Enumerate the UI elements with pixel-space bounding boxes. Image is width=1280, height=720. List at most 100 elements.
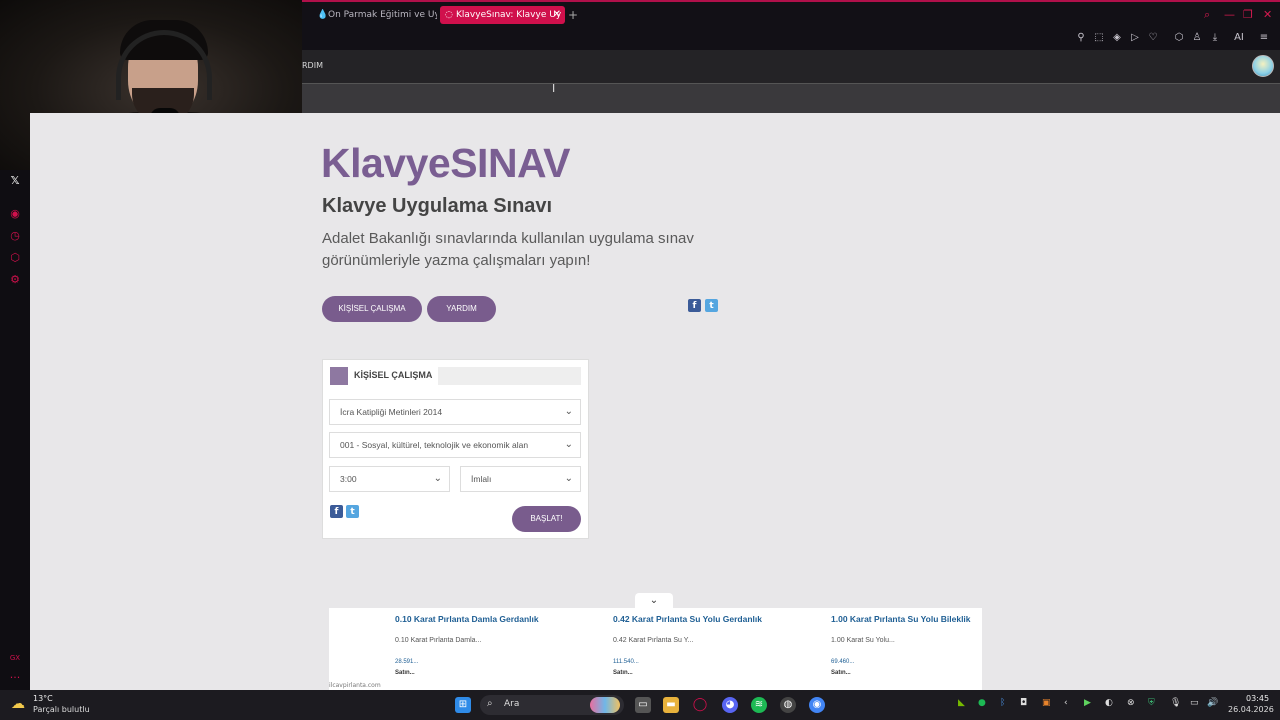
tab-close-icon[interactable]: ✕: [553, 6, 561, 24]
start-button[interactable]: BAŞLAT!: [512, 506, 581, 532]
taskbar-search[interactable]: ⌕ Ara: [480, 695, 624, 715]
card-facebook-icon[interactable]: f: [330, 505, 343, 518]
discord-icon[interactable]: ◕: [722, 697, 738, 713]
app-tray-icon-2[interactable]: ▣: [1042, 698, 1051, 708]
spotify-tray-icon[interactable]: ●: [978, 698, 986, 708]
topic-select-value: 001 - Sosyal, kültürel, teknolojik ve ek…: [340, 440, 529, 450]
extensions-icon[interactable]: ⬡: [1171, 31, 1187, 45]
ad-item-title[interactable]: 0.10 Karat Pırlanta Damla Gerdanlık: [395, 614, 539, 624]
gx-icon[interactable]: GX: [7, 650, 23, 666]
page-icon: 💧: [317, 10, 329, 20]
facebook-icon[interactable]: f: [688, 299, 701, 312]
extensions-sidebar-icon[interactable]: ⬡: [7, 250, 23, 266]
ad-item-buy[interactable]: Satın...: [613, 670, 633, 676]
ad-item-buy[interactable]: Satın...: [395, 670, 415, 676]
ad-domain: ilcavpirlanta.com: [329, 682, 381, 689]
tray-arrow-icon[interactable]: ‹: [1064, 698, 1068, 708]
app-tray-icon[interactable]: ◘: [1020, 698, 1027, 708]
card-title: KİŞİSEL ÇALIŞMA: [354, 370, 433, 380]
chrome-icon[interactable]: ◉: [809, 697, 825, 713]
weather-icon[interactable]: ☁: [11, 696, 25, 712]
personal-study-label: KİŞİSEL ÇALIŞMA: [338, 304, 406, 313]
ad-item-title[interactable]: 0.42 Karat Pırlanta Su Yolu Gerdanlık: [613, 614, 762, 624]
mic-icon[interactable]: 🎙: [1170, 698, 1181, 708]
time-select-value: 3:00: [340, 474, 357, 484]
task-view-icon[interactable]: ▭: [635, 697, 651, 713]
security-icon[interactable]: ⛨: [1148, 698, 1155, 708]
start-label: BAŞLAT!: [530, 514, 563, 523]
site-subbar: [302, 83, 1280, 113]
ad-item-title[interactable]: 1.00 Karat Pırlanta Su Yolu Bileklik: [831, 614, 971, 624]
app-icon[interactable]: ◍: [780, 697, 796, 713]
ad-item-buy[interactable]: Satın...: [831, 670, 851, 676]
search-highlight-icon: [590, 697, 620, 713]
ai-button[interactable]: AI: [1228, 31, 1250, 45]
text-select[interactable]: İcra Katipliği Metinleri 2014 ⌄: [329, 399, 581, 425]
bluetooth-icon[interactable]: ᛒ: [1000, 698, 1005, 708]
weather-temp: 13°C: [33, 694, 53, 703]
menu-icon[interactable]: ≡: [1256, 31, 1272, 45]
opera-gx-icon[interactable]: ◯: [692, 697, 708, 713]
text-cursor-icon: I: [552, 82, 556, 95]
clock-time[interactable]: 03:45: [1246, 694, 1269, 703]
accent-line: [302, 0, 1280, 2]
browser-sidebar: [0, 170, 30, 690]
history-icon[interactable]: ◷: [7, 228, 23, 244]
personal-study-button[interactable]: KİŞİSEL ÇALIŞMA: [322, 296, 422, 322]
shield-icon[interactable]: ◈: [1109, 31, 1125, 45]
spotify-icon[interactable]: ≋: [751, 697, 767, 713]
search-label: Ara: [504, 699, 520, 709]
file-explorer-icon[interactable]: ▬: [663, 697, 679, 713]
maximize-icon[interactable]: ❐: [1243, 8, 1253, 21]
ad-collapse-button[interactable]: ⌄: [635, 593, 673, 609]
chevron-down-icon: ⌄: [649, 595, 659, 606]
help-label: YARDIM: [446, 304, 477, 313]
steam-icon[interactable]: ◐: [1105, 698, 1113, 708]
twitter-icon[interactable]: t: [705, 299, 718, 312]
nvidia-icon[interactable]: ◣: [958, 698, 965, 708]
chevron-down-icon: ⌄: [564, 406, 573, 417]
volume-icon[interactable]: 🔊: [1207, 698, 1218, 708]
card-header-bar: [438, 367, 581, 385]
tab-klavyesinav[interactable]: ◌ KlavyeSınav: Klavye Uy ✕: [440, 6, 565, 24]
site-navbar: [302, 50, 1280, 83]
x-icon[interactable]: 𝕏: [7, 173, 23, 189]
heart-icon[interactable]: ♡: [1145, 31, 1161, 45]
search-tabs-icon[interactable]: ⌕: [1204, 8, 1210, 22]
play-icon[interactable]: ▷: [1127, 31, 1143, 45]
ad-item-desc: 0.10 Karat Pırlanta Damla...: [395, 637, 482, 644]
clock-date[interactable]: 26.04.2026: [1228, 705, 1274, 714]
play-tray-icon[interactable]: ▶: [1084, 698, 1091, 708]
new-tab-button[interactable]: +: [568, 8, 578, 22]
mode-select[interactable]: İmlalı ⌄: [460, 466, 581, 492]
tab-on-parmak[interactable]: 💧 On Parmak Eğitimi ve Uyg: [312, 6, 437, 24]
avatar[interactable]: [1252, 55, 1274, 77]
ad-item-price: 111.540...: [613, 659, 639, 665]
ad-item-price: 28.591...: [395, 659, 419, 665]
minimize-icon[interactable]: —: [1224, 8, 1235, 21]
xbox-icon[interactable]: ⊗: [1127, 698, 1135, 708]
profile-icon[interactable]: ♙: [1189, 31, 1205, 45]
mode-select-value: İmlalı: [471, 474, 492, 484]
site-title[interactable]: KlavyeSINAV: [321, 140, 570, 187]
snapshot-icon[interactable]: ⬚: [1091, 31, 1107, 45]
more-icon[interactable]: ···: [7, 670, 23, 686]
topic-select[interactable]: 001 - Sosyal, kültürel, teknolojik ve ek…: [329, 432, 581, 458]
nav-help-link[interactable]: RDIM: [302, 61, 323, 70]
help-button[interactable]: YARDIM: [427, 296, 496, 322]
display-icon[interactable]: ▭: [1190, 698, 1199, 708]
close-window-icon[interactable]: ✕: [1263, 8, 1272, 21]
ad-item-desc: 0.42 Karat Pırlanta Su Y...: [613, 637, 694, 644]
settings-icon[interactable]: ⚙: [7, 272, 23, 288]
page-subtitle: Klavye Uygulama Sınavı: [322, 195, 553, 217]
ad-item-desc: 1.00 Karat Su Yolu...: [831, 637, 895, 644]
pin-icon[interactable]: ⚲: [1073, 31, 1089, 45]
download-icon[interactable]: ⤓: [1207, 31, 1223, 45]
time-select[interactable]: 3:00 ⌄: [329, 466, 450, 492]
card-twitter-icon[interactable]: t: [346, 505, 359, 518]
chevron-down-icon: ⌄: [564, 473, 573, 484]
tab-label: KlavyeSınav: Klavye Uy: [456, 10, 562, 20]
start-icon[interactable]: ⊞: [455, 697, 471, 713]
loading-icon: ◌: [445, 10, 453, 20]
player-icon[interactable]: ◉: [7, 206, 23, 222]
